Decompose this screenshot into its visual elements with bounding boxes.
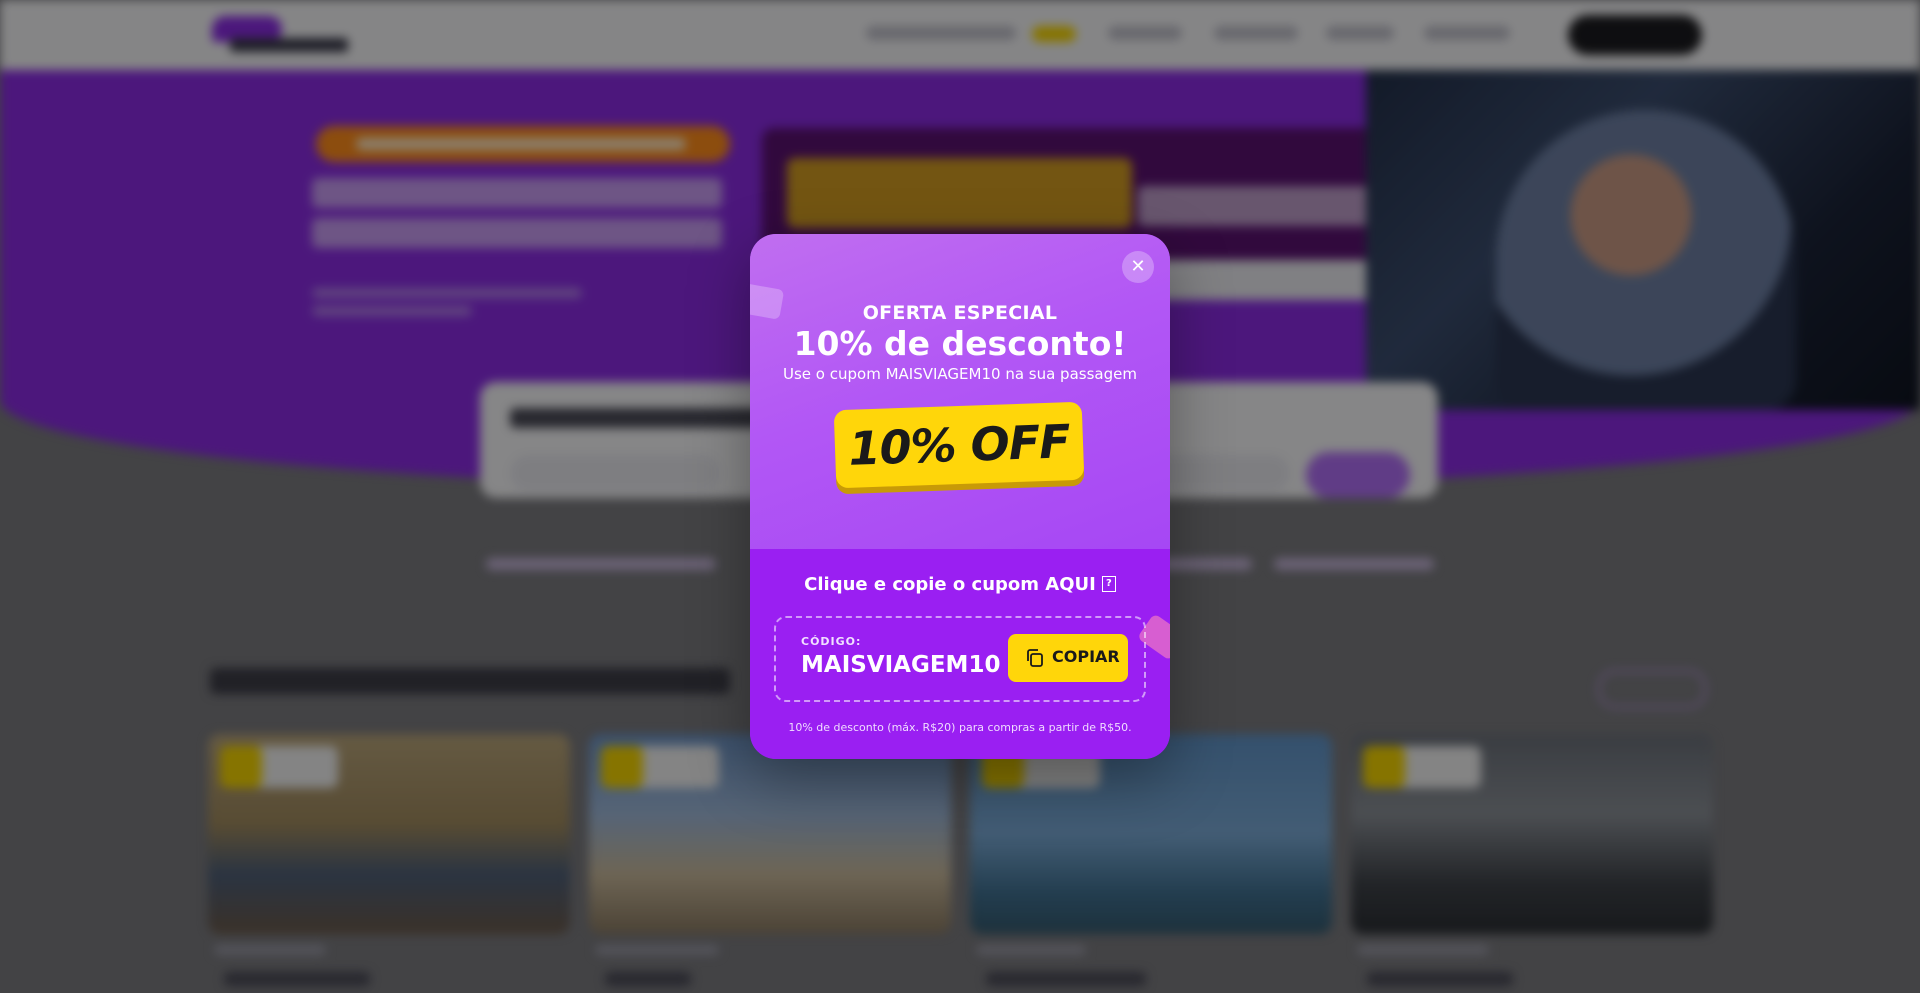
modal-header <box>750 234 1170 549</box>
copy-cta-text: Clique e copie o cupom AQUI <box>804 574 1096 595</box>
coupon-code-value[interactable]: MAISVIAGEM10 <box>801 652 1000 678</box>
close-button[interactable]: ✕ <box>1122 251 1154 283</box>
discount-badge: 10% OFF <box>833 401 1085 489</box>
copy-cta: Clique e copie o cupom AQUI? <box>750 574 1170 595</box>
coupon-modal: ✕ OFERTA ESPECIAL 10% de desconto! Use o… <box>750 234 1170 759</box>
copy-button[interactable]: COPIAR <box>1008 634 1128 682</box>
coupon-terms: 10% de desconto (máx. R$20) para compras… <box>788 721 1132 734</box>
help-icon[interactable]: ? <box>1101 576 1116 592</box>
copy-button-label: COPIAR <box>1052 647 1120 666</box>
discount-badge-label: 10% OFF <box>847 414 1071 476</box>
coupon-code-box[interactable]: CÓDIGO: MAISVIAGEM10 COPIAR <box>774 616 1146 702</box>
coupon-code-label: CÓDIGO: <box>801 635 862 648</box>
close-icon: ✕ <box>1130 256 1146 277</box>
offer-headline: 10% de desconto! <box>793 324 1127 363</box>
offer-kicker: OFERTA ESPECIAL <box>862 302 1058 324</box>
offer-subline: Use o cupom MAISVIAGEM10 na sua passagem <box>783 365 1137 383</box>
copy-icon <box>1027 649 1043 667</box>
